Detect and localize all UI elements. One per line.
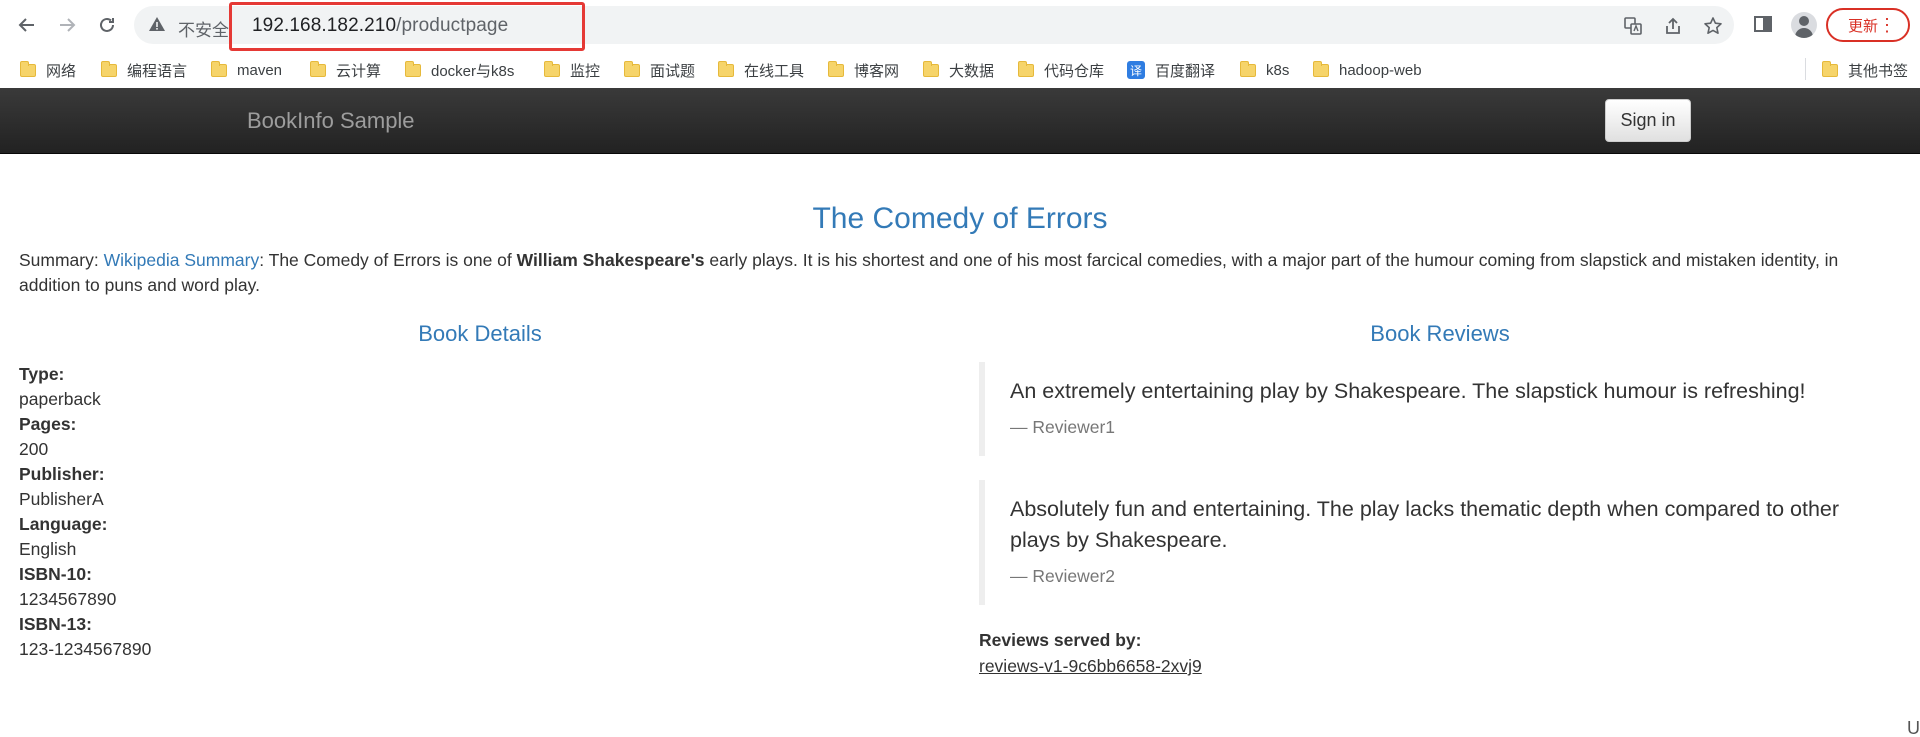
url-highlight-box (229, 2, 585, 51)
folder-icon (101, 60, 117, 77)
isbn10-label: ISBN-10: (19, 564, 92, 584)
bookmark-label: 代码仓库 (1044, 62, 1105, 80)
reviews-served-value: reviews-v1-9c6bb6658-2xvj9 (979, 656, 1202, 676)
bookmark-label: 网络 (46, 62, 77, 80)
forward-arrow-icon[interactable] (52, 10, 82, 40)
review-item: Absolutely fun and entertaining. The pla… (979, 480, 1879, 605)
book-title: The Comedy of Errors (812, 202, 1108, 235)
book-details-list: Type: paperback Pages: 200 Publisher: Pu… (19, 362, 151, 662)
book-summary: Summary: Wikipedia Summary: The Comedy o… (19, 248, 1899, 298)
translate-page-icon[interactable] (1622, 15, 1644, 37)
pages-label: Pages: (19, 414, 77, 434)
bookmark-item[interactable]: 博客网 (828, 57, 899, 83)
bookmark-item[interactable]: 在线工具 (718, 57, 804, 83)
bookmark-item[interactable]: 大数据 (923, 57, 994, 83)
publisher-label: Publisher: (19, 464, 105, 484)
bookmark-item[interactable]: 代码仓库 (1018, 57, 1104, 83)
bookmark-item[interactable]: 监控 (544, 57, 600, 83)
other-bookmarks[interactable]: 其他书签 (1822, 57, 1908, 83)
bookmark-label: k8s (1266, 61, 1290, 79)
bookmark-item[interactable]: hadoop-web (1313, 57, 1422, 83)
other-bookmarks-label: 其他书签 (1848, 62, 1909, 80)
bookmarks-bar: 网络 编程语言 maven 云计算 docker与k8s 监控 面试题 在线工具… (0, 52, 1920, 88)
type-label: Type: (19, 364, 65, 384)
language-value: English (19, 539, 77, 559)
book-details-heading: Book Details (418, 321, 542, 346)
folder-icon (1018, 60, 1034, 77)
review-item: An extremely entertaining play by Shakes… (979, 362, 1879, 456)
type-value: paperback (19, 389, 101, 409)
bookmark-label: 在线工具 (744, 62, 805, 80)
bookmark-label: 面试题 (650, 62, 696, 80)
share-icon[interactable] (1662, 15, 1684, 37)
bookmark-label: 百度翻译 (1155, 62, 1216, 80)
language-label: Language: (19, 514, 108, 534)
translate-icon: 译 (1127, 61, 1145, 79)
folder-icon (718, 60, 734, 77)
bookmark-label: maven (237, 61, 283, 79)
bookmark-item[interactable]: 云计算 (310, 57, 381, 83)
bookmark-label: 编程语言 (127, 62, 188, 80)
publisher-value: PublisherA (19, 489, 104, 509)
bookmark-star-icon[interactable] (1702, 15, 1724, 37)
bookmark-label: 大数据 (949, 62, 995, 80)
review-author: — Reviewer2 (1010, 566, 1116, 586)
side-panel-icon[interactable] (1750, 11, 1776, 37)
folder-icon (405, 60, 421, 77)
folder-icon (1313, 60, 1329, 77)
bookmark-item[interactable]: 面试题 (624, 57, 695, 83)
back-arrow-icon[interactable] (12, 10, 42, 40)
review-author: — Reviewer1 (1010, 417, 1116, 437)
folder-icon (310, 60, 326, 77)
isbn13-label: ISBN-13: (19, 614, 92, 634)
profile-avatar-icon[interactable] (1791, 12, 1817, 38)
bookmark-label: docker与k8s (431, 62, 515, 80)
reviews-served-label: Reviews served by: (979, 630, 1142, 650)
bookmark-item[interactable]: maven (211, 57, 282, 83)
folder-icon (544, 60, 560, 77)
bookmark-label: 云计算 (336, 62, 382, 80)
update-button[interactable]: 更新 ⋮ (1826, 8, 1910, 42)
sign-in-button[interactable]: Sign in (1605, 99, 1691, 142)
bookmark-item[interactable]: 译百度翻译 (1127, 57, 1215, 83)
folder-icon (923, 60, 939, 77)
folder-icon (828, 60, 844, 77)
folder-icon (624, 60, 640, 77)
bookmark-item[interactable]: docker与k8s (405, 57, 514, 83)
warning-icon[interactable] (148, 15, 168, 35)
folder-icon (20, 60, 36, 77)
bookmark-label: hadoop-web (1339, 61, 1422, 79)
insecure-label: 不安全 (178, 21, 229, 40)
browser-toolbar: 不安全 192.168.182.210/productpage 更新 ⋮ (0, 0, 1920, 52)
summary-author: William Shakespeare's (516, 250, 705, 270)
update-label: 更新 (1848, 17, 1879, 35)
isbn13-value: 123-1234567890 (19, 639, 152, 659)
brand-link[interactable]: BookInfo Sample (247, 108, 415, 134)
review-text: An extremely entertaining play by Shakes… (1010, 379, 1806, 403)
bookmark-label: 博客网 (854, 62, 900, 80)
app-navbar: BookInfo Sample Sign in (0, 88, 1920, 154)
folder-icon (211, 60, 227, 77)
summary-prefix: Summary: (19, 250, 104, 270)
bookmark-item[interactable]: k8s (1240, 57, 1289, 83)
bookmark-item[interactable]: 编程语言 (101, 57, 187, 83)
summary-text-1: : The Comedy of Errors is one of (259, 250, 517, 270)
folder-icon (1822, 60, 1838, 77)
review-text: Absolutely fun and entertaining. The pla… (1010, 497, 1840, 552)
pages-value: 200 (19, 439, 49, 459)
bookmark-item[interactable]: 网络 (20, 57, 76, 83)
wikipedia-summary-link[interactable]: Wikipedia Summary (104, 250, 260, 270)
folder-icon (1240, 60, 1256, 77)
book-reviews-heading: Book Reviews (1370, 321, 1510, 346)
menu-dots-icon[interactable]: ⋮ (1878, 14, 1896, 36)
reload-icon[interactable] (92, 10, 122, 40)
corner-glyph: U (1907, 718, 1920, 737)
bookmark-label: 监控 (570, 62, 601, 80)
bookmarks-divider (1805, 58, 1806, 80)
isbn10-value: 1234567890 (19, 589, 117, 609)
